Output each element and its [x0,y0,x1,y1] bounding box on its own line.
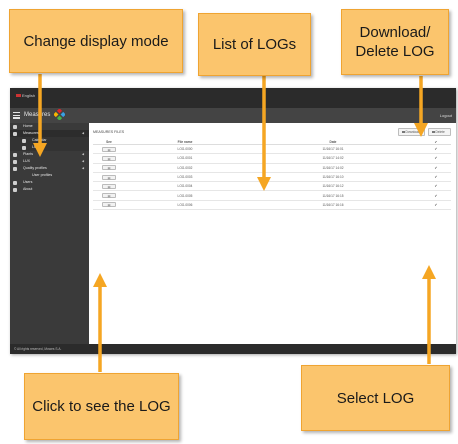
callout-download-delete: Download/ Delete LOG [341,9,449,75]
callout-click-to-see: Click to see the LOG [24,373,179,440]
callout-select-log: Select LOG [301,365,450,431]
callout-change-display-mode: Change display mode [9,9,183,73]
callout-list-of-logs: List of LOGs [198,13,311,76]
